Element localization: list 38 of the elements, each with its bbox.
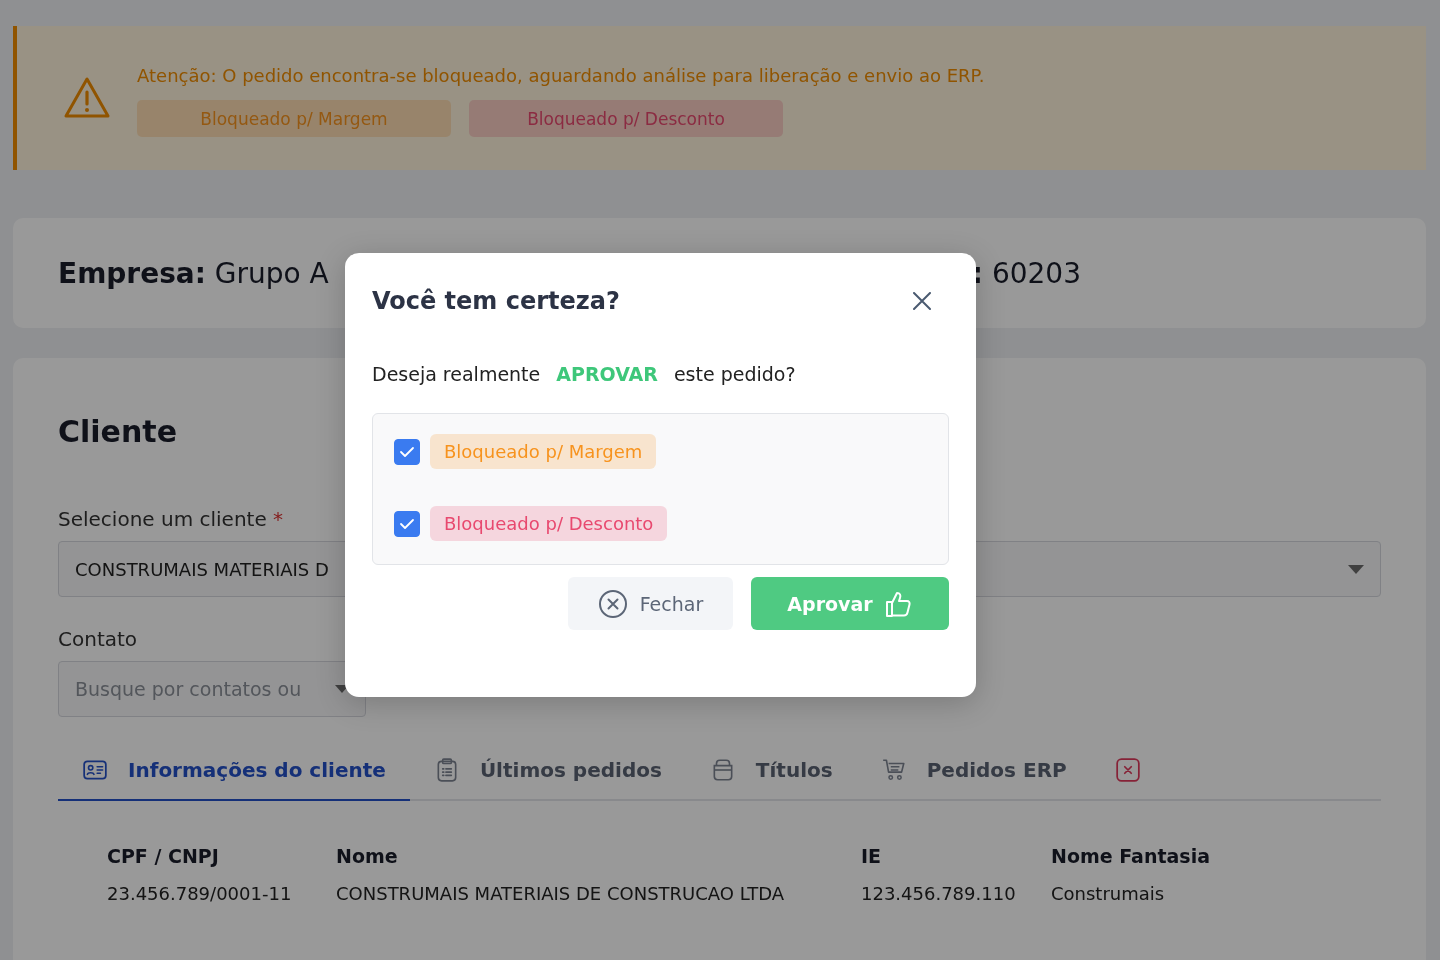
alert-message: Atenção: O pedido encontra-se bloqueado, aguardando análise para liberação e envio ao ERP. (137, 65, 985, 86)
detail-value: CONSTRUMAIS MATERIAIS DE CONSTRUCAO LTDA (336, 883, 786, 904)
section-title: Cliente (58, 414, 178, 449)
checkbox[interactable] (394, 438, 420, 465)
close-icon (913, 292, 931, 310)
detail-label: IE (861, 845, 883, 867)
detail-label: Nome Fantasia (1051, 845, 1210, 867)
company-heading: Empresa: Grupo A (58, 256, 329, 290)
detail-value: Construmais (1051, 883, 1166, 904)
detail-label: CPF / CNPJ (107, 845, 220, 867)
cart-icon (880, 757, 907, 783)
detail-value: 23.456.789/0001-11 (107, 883, 293, 904)
dialog-question: este pedido? (673, 363, 796, 385)
dialog-question: Deseja realmente (372, 363, 541, 385)
close-circle-icon (597, 588, 628, 619)
checkbox[interactable] (394, 510, 420, 537)
close-square-icon (1114, 757, 1141, 783)
caret-icon (1348, 564, 1364, 574)
detail-label: Nome (336, 845, 399, 867)
status-tag: Bloqueado p/ Margem (430, 434, 657, 469)
id-card-icon (82, 757, 108, 783)
tab[interactable]: Últimos pedidos (409, 741, 686, 801)
tab[interactable]: Títulos (685, 741, 857, 801)
field-label: Contato (58, 627, 138, 651)
contact-select[interactable]: Busque por contatos ou (58, 661, 366, 717)
check-icon (399, 517, 415, 530)
detail-value: 123.456.789.110 (861, 883, 1017, 904)
tab[interactable]: Pedidos ERP (856, 741, 1091, 801)
dialog-title: Você tem certeza? (372, 287, 620, 315)
thumbs-up-icon (884, 589, 913, 618)
warning-icon (63, 75, 111, 121)
status-tag: Bloqueado p/ Desconto (430, 506, 668, 541)
action-word: APROVAR (556, 363, 658, 385)
tab[interactable]: Informações do cliente (58, 741, 410, 801)
approve-button[interactable]: Aprovar (751, 577, 949, 630)
check-icon (399, 445, 415, 458)
field-label: Selecione um cliente * (58, 507, 284, 531)
cancel-button[interactable]: Fechar (568, 577, 733, 630)
